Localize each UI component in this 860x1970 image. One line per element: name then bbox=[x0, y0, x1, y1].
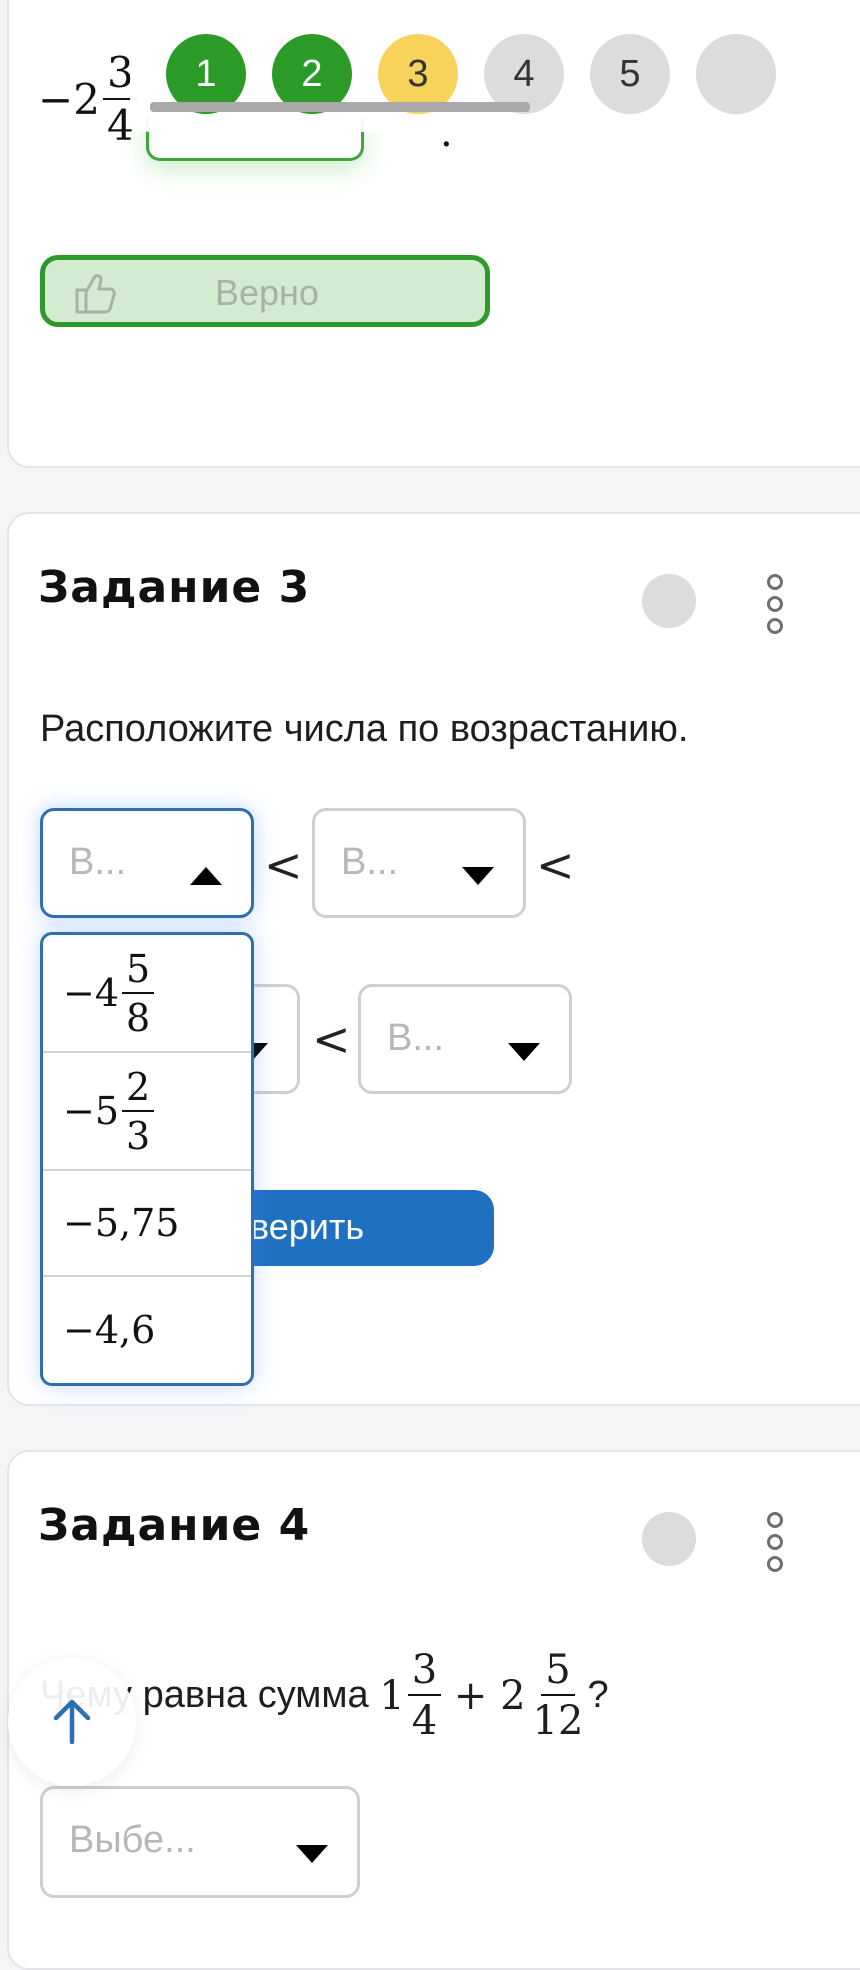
correct-result-badge: Верно bbox=[40, 255, 490, 327]
order-select-4[interactable]: В... bbox=[358, 984, 572, 1094]
scroll-to-top-button[interactable] bbox=[8, 1658, 136, 1786]
order-select-1[interactable]: В... bbox=[40, 808, 254, 918]
math-expression: 1 34 + 2 5 12 bbox=[379, 1647, 584, 1744]
whole-part: 2 bbox=[73, 75, 100, 124]
less-than-sign: < bbox=[536, 838, 575, 892]
task-progress-bar: 1 2 3 4 5 bbox=[130, 22, 776, 132]
dropdown-option[interactable]: −4 58 bbox=[43, 935, 251, 1053]
answer-select[interactable]: Выбе... bbox=[40, 1786, 360, 1898]
kebab-menu-icon[interactable] bbox=[760, 1512, 790, 1572]
less-than-sign: < bbox=[264, 838, 303, 892]
task4-title: Задание 4 bbox=[38, 1500, 311, 1551]
dropdown-option[interactable]: −4,6 bbox=[43, 1277, 251, 1383]
task3-prompt: Расположите числа по возрастанию. bbox=[40, 708, 689, 750]
less-than-sign: < bbox=[312, 1012, 351, 1066]
task3-title: Задание 3 bbox=[38, 562, 311, 613]
step-6-button-partial[interactable] bbox=[696, 34, 776, 114]
caret-up-icon bbox=[189, 853, 223, 896]
thumbs-up-icon bbox=[73, 270, 117, 325]
kebab-menu-icon[interactable] bbox=[760, 574, 790, 634]
task2-expression: −2 3 4 bbox=[38, 52, 138, 147]
order-select-2[interactable]: В... bbox=[312, 808, 526, 918]
task3-status-indicator bbox=[642, 574, 696, 628]
step-5-button[interactable]: 5 bbox=[590, 34, 670, 114]
caret-down-icon bbox=[461, 853, 495, 896]
progress-scroll-track[interactable] bbox=[150, 102, 530, 112]
correct-label: Верно bbox=[215, 272, 319, 313]
task4-status-indicator bbox=[642, 1512, 696, 1566]
dropdown-option[interactable]: −5 23 bbox=[43, 1053, 251, 1171]
minus-sign: − bbox=[38, 75, 74, 124]
dropdown-option[interactable]: −5,75 bbox=[43, 1171, 251, 1277]
order-select-1-dropdown: −4 58 −5 23 −5,75 −4,6 bbox=[40, 932, 254, 1386]
caret-down-icon bbox=[295, 1831, 329, 1874]
caret-down-icon bbox=[507, 1029, 541, 1072]
